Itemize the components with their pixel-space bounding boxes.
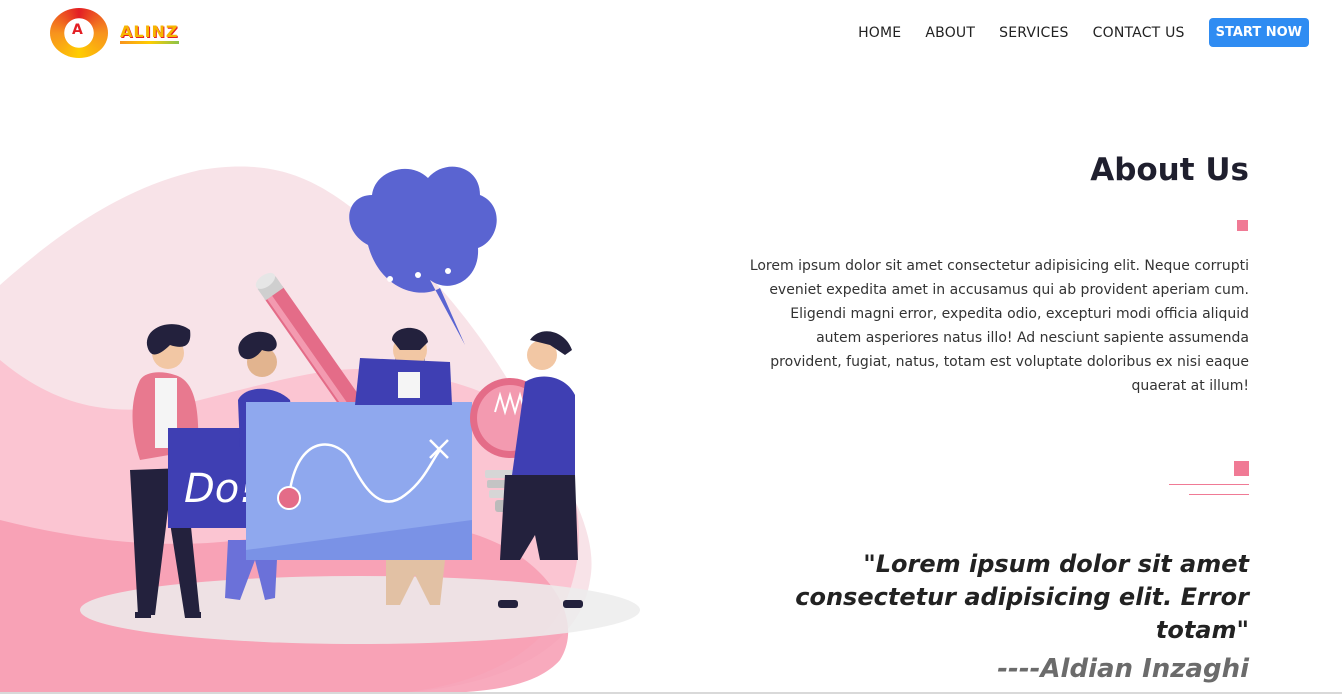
nav-services[interactable]: SERVICES [999,25,1069,41]
brand-logo[interactable]: A ALINZ [50,8,190,60]
floor-shadow [80,576,640,644]
nav-home[interactable]: HOME [858,25,901,41]
about-title: About Us [1090,152,1249,188]
plan-board [246,402,472,560]
nav-about[interactable]: ABOUT [925,25,975,41]
team-illustration: Do! [0,166,640,694]
logo-letter: A [72,22,83,38]
testimonial-author: ----Aldian Inzaghi [997,654,1249,684]
start-now-button[interactable]: START NOW [1208,18,1309,47]
main-nav: HOME ABOUT SERVICES CONTACT US START NOW [834,18,1309,47]
accent-line-short [1189,494,1249,495]
accent-line-long [1169,484,1249,485]
board-text: Do! [184,466,255,512]
about-paragraph: Lorem ipsum dolor sit amet consectetur a… [749,258,1249,394]
accent-square-top [1237,220,1248,231]
testimonial-quote: "Lorem ipsum dolor sit amet consectetur … [795,550,1249,644]
nav-contact-us[interactable]: CONTACT US [1093,25,1185,41]
logo-ring-icon: A [50,8,108,58]
brand-name: ALINZ [120,22,179,44]
accent-square-bottom [1234,461,1249,476]
